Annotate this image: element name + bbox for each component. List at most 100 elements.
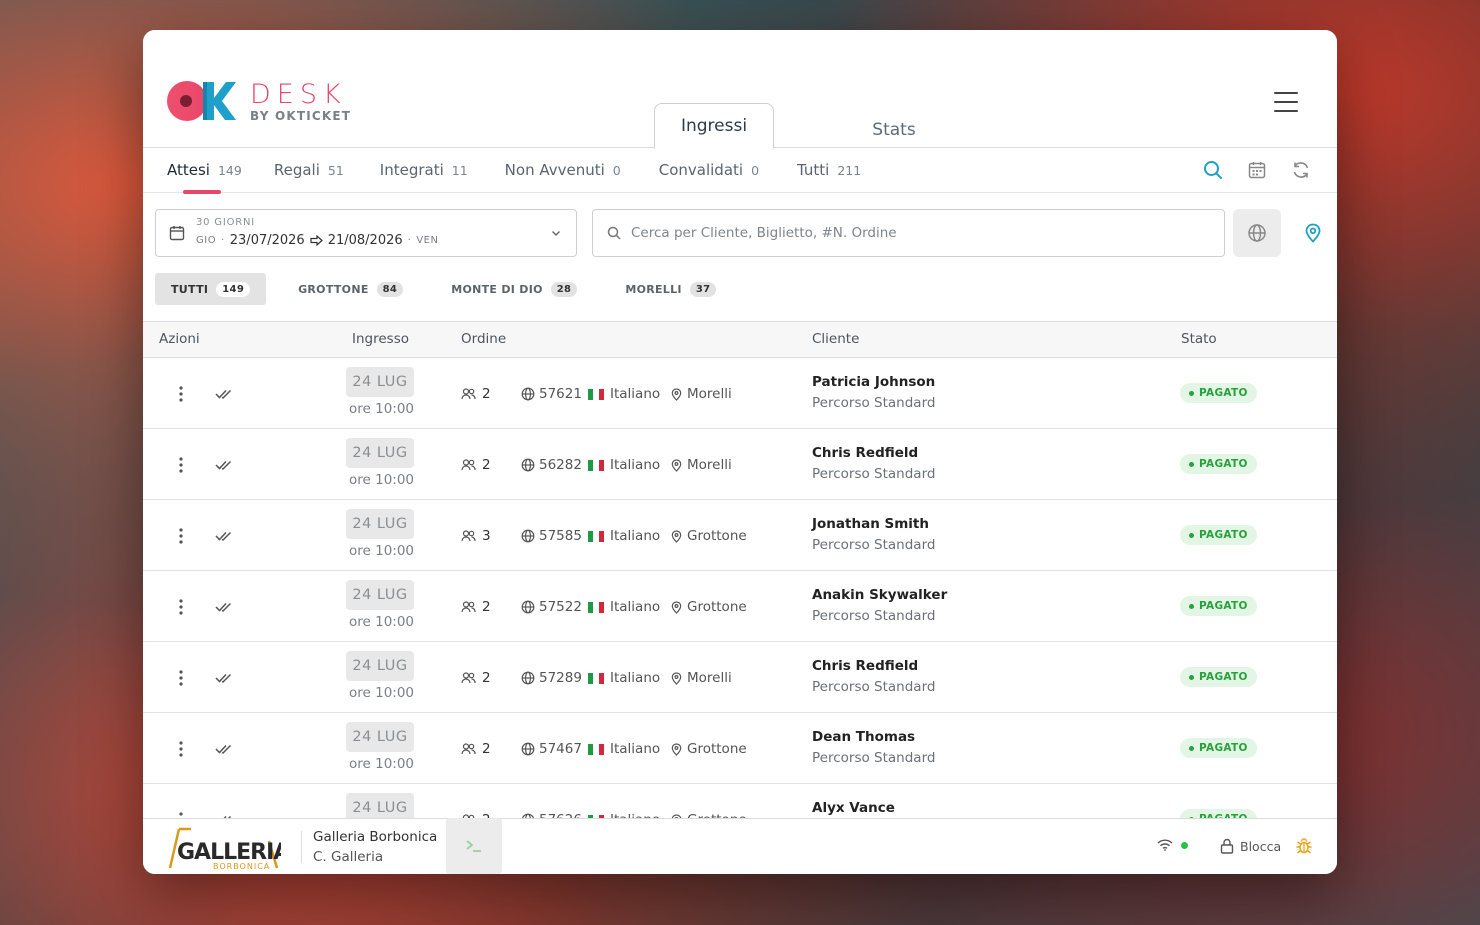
more-vertical-icon[interactable]: [179, 386, 183, 402]
site-name: Galleria Borbonica: [313, 829, 438, 845]
table-header: Azioni Ingresso Ordine Cliente Stato: [143, 321, 1337, 358]
header-ingresso: Ingresso: [352, 331, 409, 347]
people-count: 2: [461, 457, 491, 473]
date-period-label: 30 GIORNI: [196, 217, 256, 228]
location-chip-grottone[interactable]: GROTTONE 84: [282, 273, 419, 305]
logo-desk-text: DESK: [250, 78, 347, 110]
map-pin-icon: [671, 742, 682, 756]
order-number[interactable]: 57585: [521, 528, 582, 544]
order-number[interactable]: 57289: [521, 670, 582, 686]
customer-name: Chris Redfield: [812, 658, 919, 674]
header-azioni: Azioni: [159, 331, 200, 347]
ticket-language: Italiano: [588, 670, 660, 686]
status-bar: GALLERIA BORBONICA Galleria Borbonica C.…: [143, 818, 1337, 874]
table-row[interactable]: 24 LUG ore 10:00 2 56282 Italiano Morelli Chri…: [143, 429, 1337, 500]
subtab-convalidati[interactable]: Convalidati 0: [659, 148, 759, 193]
table-row[interactable]: 24 LUG ore 10:00 2 57467 Italiano Grottone Dea…: [143, 713, 1337, 784]
wifi-icon: [1157, 839, 1173, 851]
date-range-select[interactable]: 30 GIORNI GIO · 23/07/2026 21/08/2026 · …: [155, 209, 577, 257]
ticket-language: Italiano: [588, 457, 660, 473]
order-number[interactable]: 57621: [521, 386, 582, 402]
order-number[interactable]: 57522: [521, 599, 582, 615]
ticket-site: Morelli: [671, 670, 732, 686]
app-window: DESK BY OKTICKET Ingressi Stats Attesi 1…: [143, 30, 1337, 874]
customer-name: Chris Redfield: [812, 445, 919, 461]
start-day-of-week: GIO: [196, 235, 217, 246]
double-check-icon[interactable]: [215, 459, 233, 471]
subtab-tutti[interactable]: Tutti 211: [797, 148, 861, 193]
double-check-icon[interactable]: [215, 388, 233, 400]
italy-flag-icon: [588, 459, 604, 471]
double-check-icon[interactable]: [215, 530, 233, 542]
subtab-count: 149: [217, 162, 242, 178]
subtab-regali[interactable]: Regali 51: [274, 148, 344, 193]
double-check-icon[interactable]: [215, 743, 233, 755]
globe-icon: [521, 742, 535, 756]
subtab-attesi[interactable]: Attesi 149: [167, 148, 242, 194]
galleria-borbonica-logo: GALLERIA BORBONICA: [168, 827, 281, 871]
people-count: 2: [461, 670, 491, 686]
search-icon[interactable]: [1203, 160, 1223, 180]
more-vertical-icon[interactable]: [179, 528, 183, 544]
double-check-icon[interactable]: [215, 601, 233, 613]
ticket-language: Italiano: [588, 599, 660, 615]
more-vertical-icon[interactable]: [179, 599, 183, 615]
status-badge: PAGATO: [1180, 738, 1257, 758]
more-vertical-icon[interactable]: [179, 457, 183, 473]
ticket-language: Italiano: [588, 386, 660, 402]
map-pin-icon: [671, 671, 682, 685]
status-tabs: Attesi 149 Regali 51 Integrati 11 Non Av…: [143, 148, 1337, 194]
terminal-button[interactable]: [446, 818, 502, 874]
subtab-label: Convalidati: [658, 161, 744, 179]
table-row[interactable]: 24 LUG ore 10:00 3 57585 Italiano Grottone Jon…: [143, 500, 1337, 571]
location-label: GROTTONE: [298, 282, 369, 296]
end-day-of-week: VEN: [416, 235, 439, 246]
header-stato: Stato: [1181, 331, 1217, 347]
location-button[interactable]: [1295, 209, 1331, 257]
order-number[interactable]: 57467: [521, 741, 582, 757]
status-badge: PAGATO: [1180, 525, 1257, 545]
calendar-icon[interactable]: [1247, 160, 1267, 180]
language-button[interactable]: [1233, 209, 1281, 257]
more-vertical-icon[interactable]: [179, 741, 183, 757]
location-chip-monte-di-dio[interactable]: MONTE DI DIO 28: [435, 273, 593, 305]
lock-icon: [1220, 838, 1234, 854]
location-count: 84: [376, 281, 404, 297]
globe-icon: [521, 529, 535, 543]
location-chip-morelli[interactable]: MORELLI 37: [609, 273, 732, 305]
ticket-type: Percorso Standard: [812, 466, 936, 482]
location-chip-tutti[interactable]: TUTTI 149: [155, 273, 267, 305]
order-number[interactable]: 56282: [521, 457, 582, 473]
table-row[interactable]: 24 LUG ore 10:00 2 57522 Italiano Grottone Ana…: [143, 571, 1337, 642]
table-row[interactable]: 24 LUG ore 10:00 2 57621 Italiano Morelli Patr…: [143, 358, 1337, 429]
customer-name: Jonathan Smith: [812, 516, 929, 532]
menu-icon[interactable]: [1274, 92, 1298, 112]
subtab-count: 11: [451, 162, 468, 178]
subtab-non-avvenuti[interactable]: Non Avvenuti 0: [505, 148, 621, 193]
bug-icon[interactable]: [1295, 837, 1313, 855]
search-field[interactable]: [592, 209, 1225, 257]
refresh-icon[interactable]: [1291, 160, 1311, 180]
people-icon: [461, 601, 476, 613]
ticket-language: Italiano: [588, 741, 660, 757]
double-check-icon[interactable]: [215, 672, 233, 684]
search-input[interactable]: [631, 225, 1191, 241]
people-icon: [461, 530, 476, 542]
table-row[interactable]: 24 LUGore 10:00257626ItalianoGrottoneAly…: [143, 784, 1337, 818]
terminal-icon: [466, 840, 481, 852]
table-row[interactable]: 24 LUG ore 10:00 2 57289 Italiano Morelli Chri…: [143, 642, 1337, 713]
lock-button[interactable]: Blocca: [1220, 838, 1281, 854]
tab-stats[interactable]: Stats: [774, 103, 1014, 148]
subtab-integrati[interactable]: Integrati 11: [380, 148, 468, 193]
subtab-count: 211: [837, 162, 862, 178]
entry-date: 24 LUG: [346, 651, 414, 681]
tab-ingressi[interactable]: Ingressi: [654, 103, 774, 149]
entry-time: ore 10:00: [349, 685, 415, 701]
more-vertical-icon[interactable]: [179, 670, 183, 686]
end-date: 21/08/2026: [327, 233, 403, 248]
subtab-label: Regali: [273, 161, 320, 179]
ticket-type: Percorso Standard: [812, 395, 936, 411]
globe-icon: [521, 600, 535, 614]
subtab-label: Tutti: [797, 161, 830, 179]
subtab-label: Integrati: [379, 161, 444, 179]
